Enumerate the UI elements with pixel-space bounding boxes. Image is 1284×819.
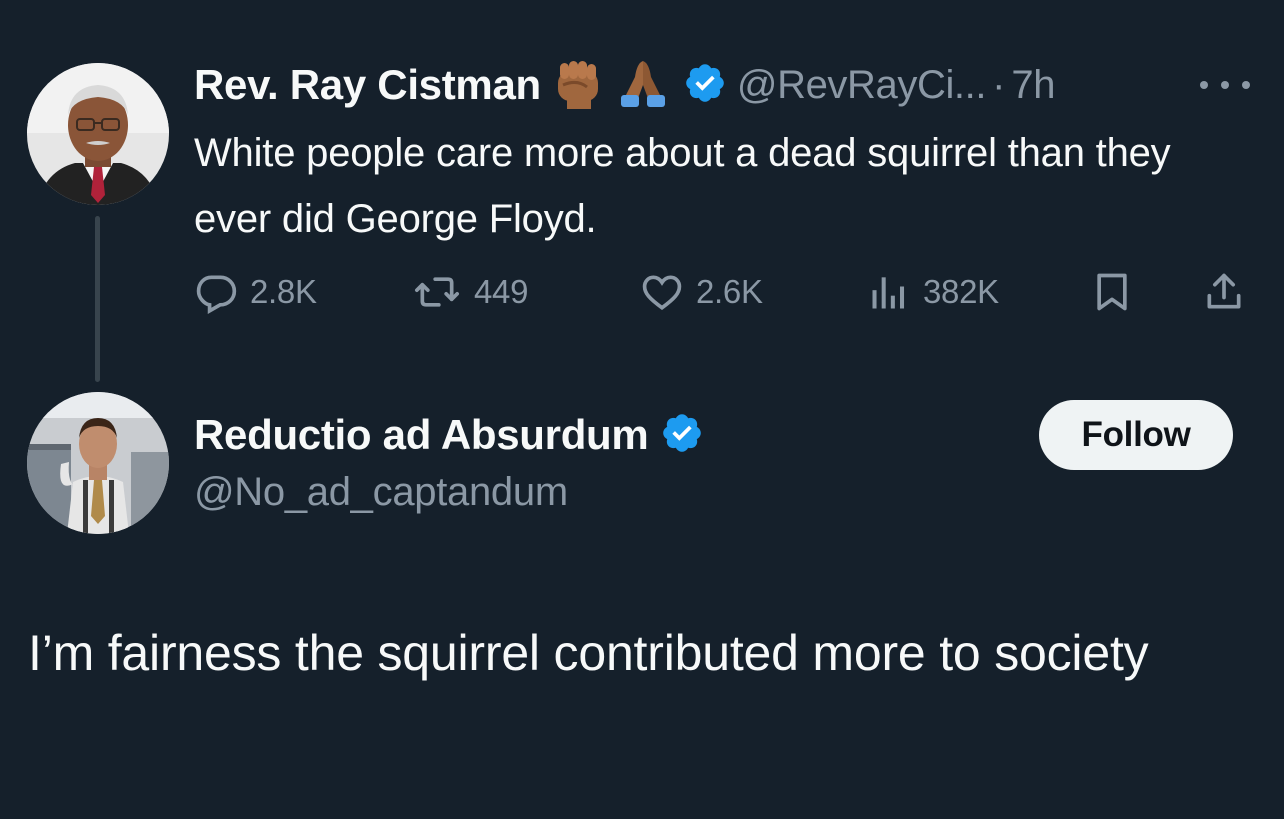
reply-author-handle[interactable]: @No_ad_captandum (194, 470, 568, 515)
retweet-button[interactable]: 449 (412, 268, 528, 316)
original-author-handle[interactable]: @RevRayCi... (737, 63, 987, 108)
like-count: 2.6K (696, 273, 763, 310)
bookmark-icon (1097, 273, 1127, 311)
share-icon (1207, 273, 1241, 309)
reply-header: Reductio ad Absurdum (194, 408, 704, 462)
reply-tweet-text: I’m fairness the squirrel contributed mo… (28, 625, 1149, 681)
reply-button[interactable]: 2.8K (194, 268, 317, 316)
raised-fist-icon (553, 57, 603, 114)
tweet-timestamp[interactable]: 7h (1011, 63, 1055, 108)
folded-hands-icon (615, 57, 671, 114)
bookmark-button[interactable] (1090, 268, 1134, 316)
reply-author-name[interactable]: Reductio ad Absurdum (194, 411, 649, 459)
original-author-avatar[interactable] (27, 63, 169, 205)
view-count: 382K (923, 273, 999, 310)
more-options-icon[interactable] (1200, 78, 1250, 92)
reply-author-avatar[interactable] (27, 392, 169, 534)
views-button[interactable]: 382K (867, 268, 999, 316)
share-button[interactable] (1202, 268, 1246, 316)
heart-icon (642, 275, 682, 311)
tweet-action-bar: 2.8K 449 2.6K 382K (194, 268, 1254, 316)
original-author-name[interactable]: Rev. Ray Cistman (194, 61, 541, 109)
verified-badge-icon (660, 411, 704, 460)
thread-connector-line (95, 216, 100, 382)
verified-badge-icon (683, 61, 727, 110)
retweet-icon (415, 277, 459, 307)
separator-dot: · (992, 62, 1006, 107)
reply-icon (196, 275, 237, 314)
reply-count: 2.8K (250, 273, 317, 310)
views-chart-icon (872, 277, 905, 309)
original-tweet-header: Rev. Ray Cistman @RevRayCi... · 7h (194, 57, 1056, 114)
follow-button[interactable]: Follow (1039, 400, 1233, 470)
like-button[interactable]: 2.6K (640, 268, 763, 316)
original-tweet-text: White people care more about a dead squi… (194, 131, 1171, 241)
retweet-count: 449 (474, 273, 529, 310)
